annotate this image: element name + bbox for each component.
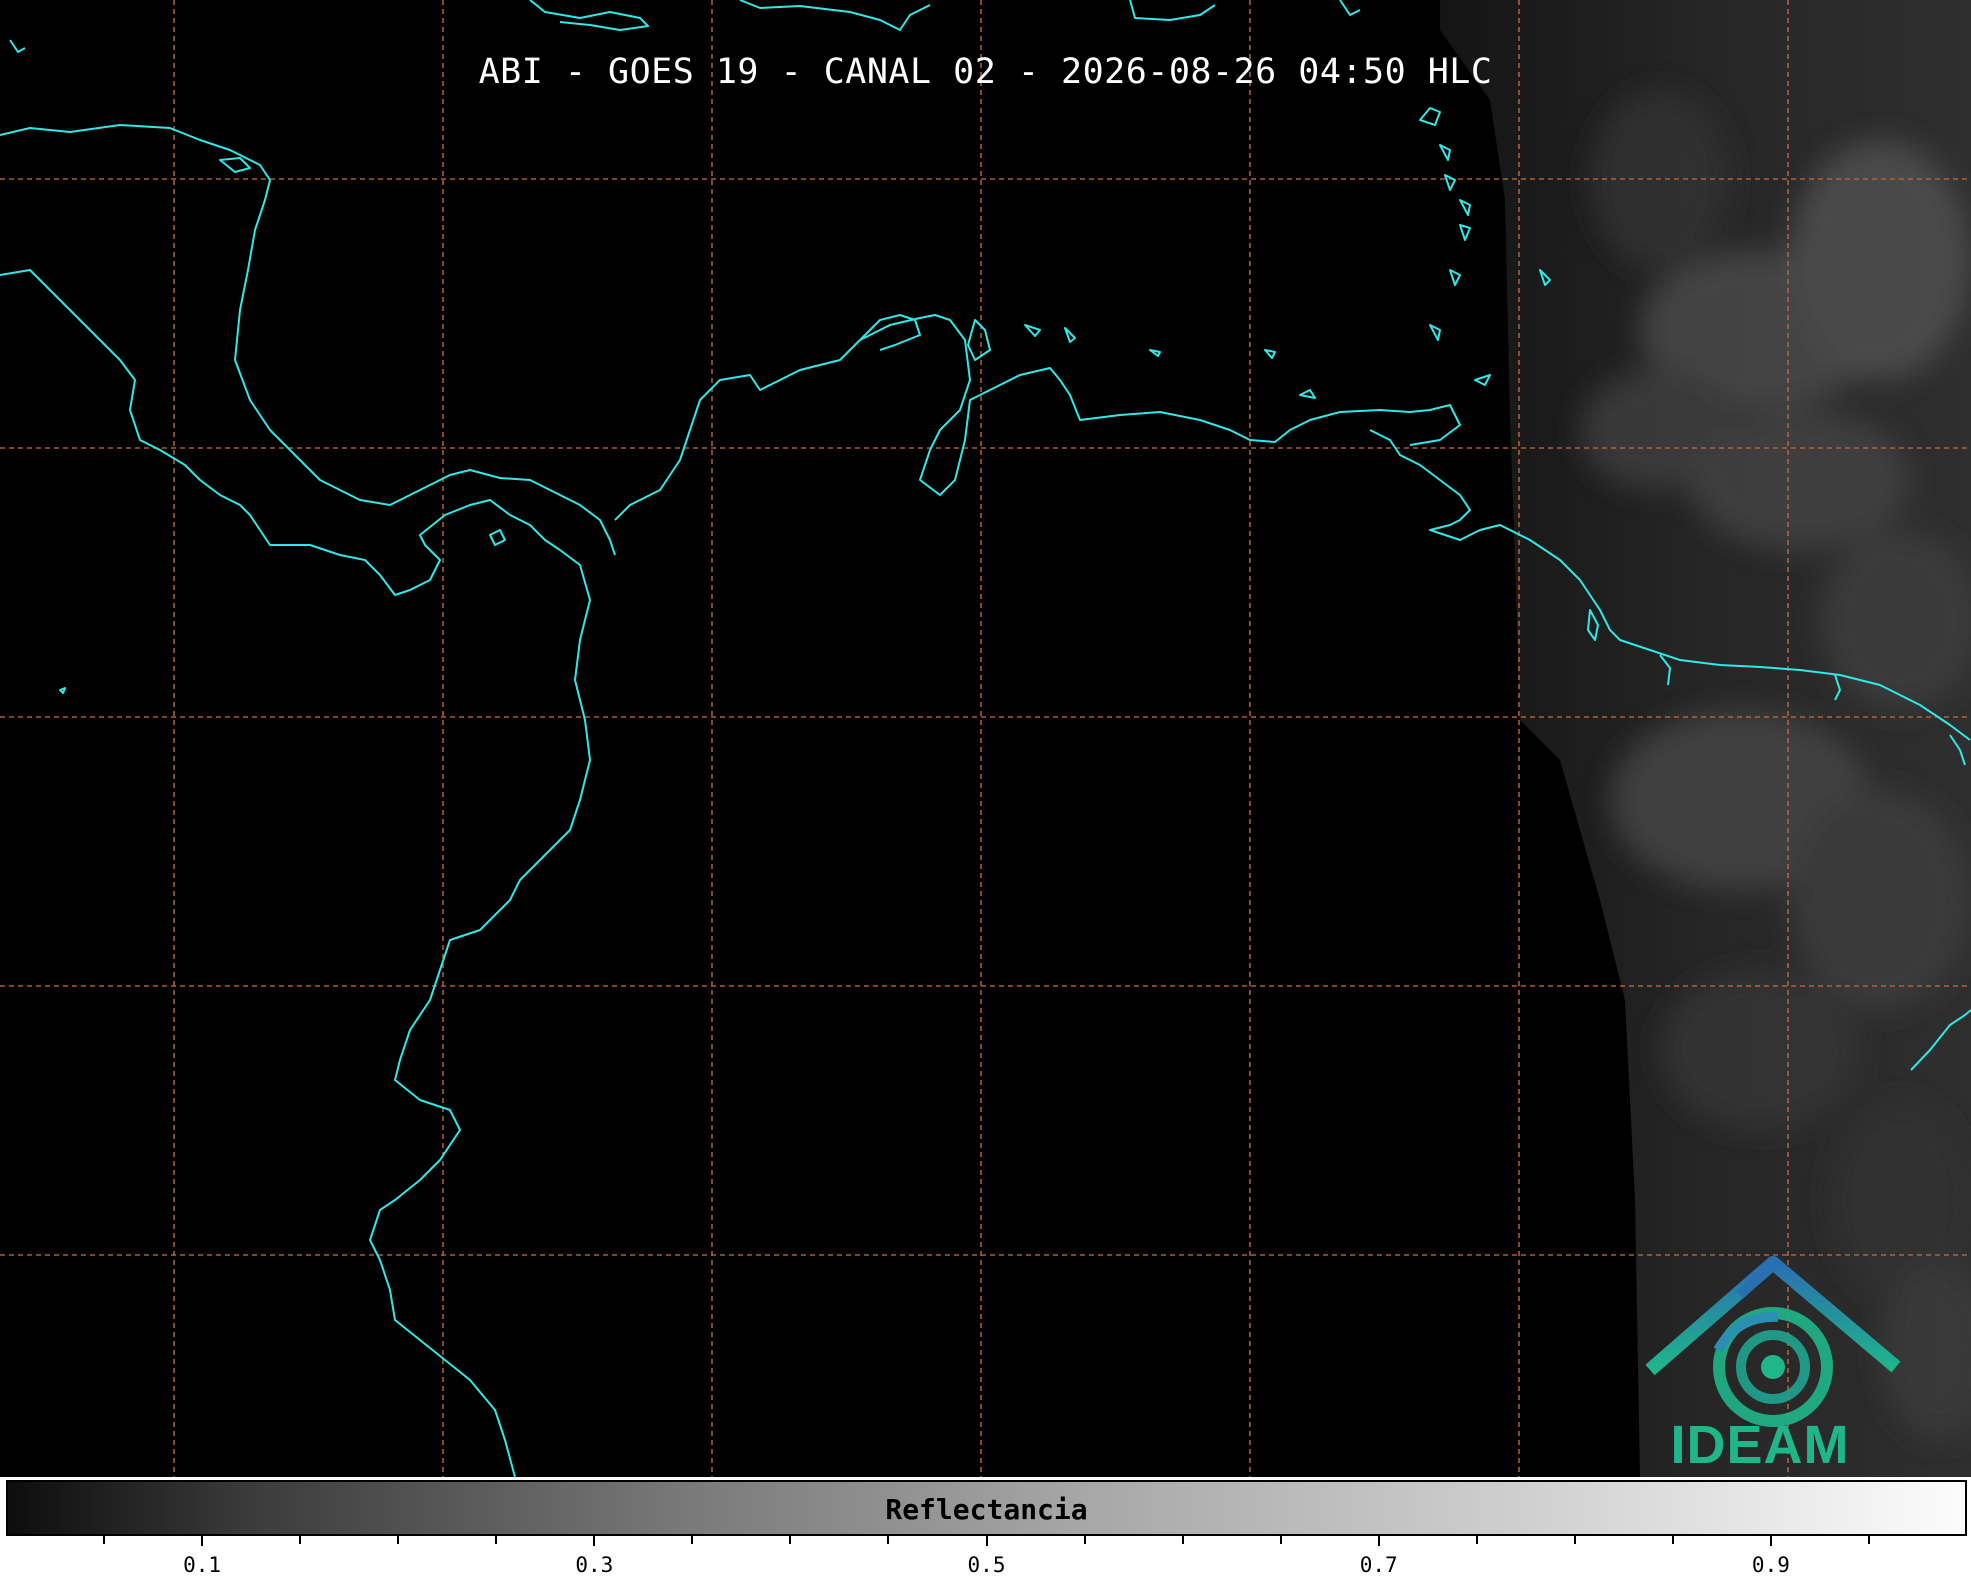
colorbar-minor-tick	[1181, 1534, 1184, 1544]
logo-text: IDEAM	[1670, 1415, 1850, 1475]
colorbar-minor-tick	[299, 1534, 302, 1544]
satellite-map: ABI - GOES 19 - CANAL 02 - 2026-08-26 04…	[0, 0, 1971, 1477]
colorbar-tick-label: 0.3	[575, 1553, 614, 1577]
colorbar-minor-tick	[1279, 1534, 1282, 1544]
colorbar-major-tick	[201, 1534, 204, 1546]
reflectance-colorbar: Reflectancia	[6, 1480, 1967, 1536]
colorbar-tick-label: 0.5	[967, 1553, 1006, 1577]
colorbar-minor-tick	[1573, 1534, 1576, 1544]
colorbar-tick-label: 0.9	[1751, 1553, 1790, 1577]
colorbar-ticks: 0.1 0.3 0.5 0.7 0.9	[0, 1534, 1971, 1577]
colorbar-tick-label: 0.7	[1359, 1553, 1398, 1577]
colorbar-minor-tick	[691, 1534, 694, 1544]
colorbar-major-tick	[1769, 1534, 1772, 1546]
colorbar-minor-tick	[397, 1534, 400, 1544]
colorbar-major-tick	[985, 1534, 988, 1546]
colorbar-minor-tick	[789, 1534, 792, 1544]
colorbar-label: Reflectancia	[885, 1493, 1088, 1526]
colorbar-minor-tick	[495, 1534, 498, 1544]
map-canvas	[0, 0, 1971, 1477]
colorbar-tick-label: 0.1	[183, 1553, 222, 1577]
colorbar-minor-tick	[1671, 1534, 1674, 1544]
colorbar-minor-tick	[1867, 1534, 1870, 1544]
colorbar-minor-tick	[1475, 1534, 1478, 1544]
colorbar-major-tick	[1377, 1534, 1380, 1546]
image-title: ABI - GOES 19 - CANAL 02 - 2026-08-26 04…	[478, 52, 1493, 92]
colorbar-minor-tick	[103, 1534, 106, 1544]
colorbar-minor-tick	[1083, 1534, 1086, 1544]
colorbar-major-tick	[593, 1534, 596, 1546]
colorbar-minor-tick	[887, 1534, 890, 1544]
